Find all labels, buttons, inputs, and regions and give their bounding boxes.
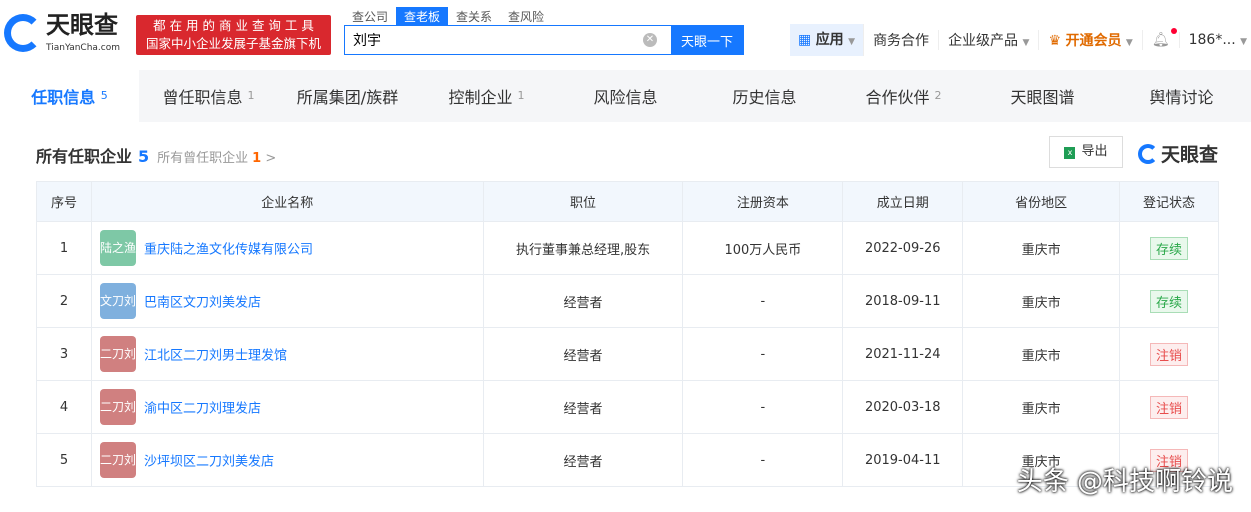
search-button[interactable]: 天眼一下 xyxy=(671,26,743,54)
chevron-right-icon: > xyxy=(265,151,277,166)
tab-0[interactable]: 任职信息 5 xyxy=(0,70,139,122)
excel-icon: x xyxy=(1064,147,1076,159)
top-nav: ▦ 应用 ▼ 商务合作 企业级产品 ▼ ♛ 开通会员 ▼ 🔔︎ 186*... … xyxy=(790,24,1251,56)
grid-icon: ▦ xyxy=(798,32,812,48)
position: 经营者 xyxy=(482,274,684,328)
vip-menu[interactable]: ♛ 开通会员 ▼ xyxy=(1039,30,1143,50)
capital: - xyxy=(682,274,844,328)
search-tab[interactable]: 查关系 xyxy=(448,7,500,26)
top-bar: 天眼查 TianYanCha.com 都 在 用 的 商 业 查 询 工 具国家中… xyxy=(0,0,1251,70)
region: 重庆市 xyxy=(962,274,1121,328)
section-header: 所有任职企业 5 所有曾任职企业 1 > xyxy=(36,143,276,167)
status-badge: 存续 xyxy=(1150,236,1189,260)
search-tab[interactable]: 查公司 xyxy=(344,7,396,26)
search-input[interactable] xyxy=(345,26,629,54)
export-button[interactable]: x 导出 xyxy=(1049,136,1123,168)
company-link[interactable]: 沙坪坝区二刀刘美发店 xyxy=(144,455,274,470)
caret-down-icon: ▼ xyxy=(1125,38,1133,48)
company-link[interactable]: 重庆陆之渔文化传媒有限公司 xyxy=(144,243,313,258)
search-box: ✕ 天眼一下 xyxy=(344,25,744,55)
slogan-banner: 都 在 用 的 商 业 查 询 工 具国家中小企业发展子基金旗下机构 xyxy=(136,15,331,69)
row-number: 1 xyxy=(36,221,92,275)
position: 执行董事兼总经理,股东 xyxy=(482,221,684,275)
crown-icon: ♛ xyxy=(1048,33,1061,49)
capital: - xyxy=(682,327,844,381)
table-row: 4 二刀刘 渝中区二刀刘理发店 经营者 - 2020-03-18 重庆市 注销 xyxy=(36,380,1219,434)
position: 经营者 xyxy=(482,380,684,434)
founded-date: 2021-11-24 xyxy=(842,327,964,381)
capital: - xyxy=(682,380,844,434)
table-row: 1 陆之渔 重庆陆之渔文化传媒有限公司 执行董事兼总经理,股东 100万人民币 2… xyxy=(36,221,1219,275)
clear-icon[interactable]: ✕ xyxy=(643,33,657,47)
row-number: 5 xyxy=(36,433,92,487)
logo-icon xyxy=(1138,143,1158,164)
status-badge: 注销 xyxy=(1150,342,1189,366)
region: 重庆市 xyxy=(962,327,1121,381)
logo-icon xyxy=(4,14,42,52)
section-title: 所有任职企业 xyxy=(36,147,133,166)
capital: - xyxy=(682,433,844,487)
notification-dot xyxy=(1170,28,1177,34)
company-avatar: 二刀刘 xyxy=(99,389,136,425)
logo[interactable]: 天眼查 TianYanCha.com xyxy=(4,12,120,54)
caret-down-icon: ▼ xyxy=(1022,38,1030,48)
main-tabs: 任职信息 5 曾任职信息 1 所属集团/族群 控制企业 1 风险信息 历史信息 合作伙… xyxy=(0,70,1251,122)
app-menu[interactable]: ▦ 应用 ▼ xyxy=(790,24,865,56)
founded-date: 2022-09-26 xyxy=(842,221,964,275)
column-header: 省份地区 xyxy=(962,181,1121,222)
column-header: 登记状态 xyxy=(1119,181,1219,222)
enterprise-menu[interactable]: 企业级产品 ▼ xyxy=(939,30,1040,50)
founded-date: 2018-09-11 xyxy=(842,274,964,328)
tab-7[interactable]: 天眼图谱 xyxy=(973,70,1112,122)
company-avatar: 二刀刘 xyxy=(99,442,136,478)
row-number: 4 xyxy=(36,380,92,434)
tab-6[interactable]: 合作伙伴 2 xyxy=(834,70,973,122)
column-header: 企业名称 xyxy=(90,181,484,222)
capital: 100万人民币 xyxy=(682,221,844,275)
column-header: 注册资本 xyxy=(682,181,844,222)
company-avatar: 文刀刘 xyxy=(99,283,136,319)
tab-3[interactable]: 控制企业 1 xyxy=(417,70,556,122)
company-link[interactable]: 巴南区文刀刘美发店 xyxy=(144,296,261,311)
former-link[interactable]: 所有曾任职企业 1 > xyxy=(157,147,276,166)
tab-4[interactable]: 风险信息 xyxy=(556,70,695,122)
positions-table: 序号 企业名称 职位 注册资本 成立日期 省份地区 登记状态 1 陆之渔 重庆陆之渔文化传媒有… xyxy=(36,181,1219,487)
column-header: 序号 xyxy=(36,181,92,222)
company-avatar: 二刀刘 xyxy=(99,336,136,372)
status-badge: 注销 xyxy=(1150,395,1189,419)
company-link[interactable]: 江北区二刀刘男士理发馆 xyxy=(144,349,287,364)
position: 经营者 xyxy=(482,327,684,381)
tab-2[interactable]: 所属集团/族群 xyxy=(278,70,417,122)
brand-logo: 天眼查 xyxy=(1138,140,1218,167)
bell-icon[interactable]: 🔔︎ xyxy=(1143,28,1180,48)
caret-down-icon: ▼ xyxy=(1240,37,1248,47)
watermark: 头条 @科技啊铃说 xyxy=(1016,467,1233,497)
tab-8[interactable]: 舆情讨论 xyxy=(1112,70,1251,122)
table-row: 3 二刀刘 江北区二刀刘男士理发馆 经营者 - 2021-11-24 重庆市 注销 xyxy=(36,327,1219,381)
column-header: 职位 xyxy=(482,181,684,222)
section-count: 5 xyxy=(138,147,150,166)
founded-date: 2019-04-11 xyxy=(842,433,964,487)
search-tab[interactable]: 查老板 xyxy=(396,7,449,26)
company-avatar: 陆之渔 xyxy=(99,230,136,266)
position: 经营者 xyxy=(482,433,684,487)
search-tab[interactable]: 查风险 xyxy=(500,7,552,26)
tab-5[interactable]: 历史信息 xyxy=(695,70,834,122)
region: 重庆市 xyxy=(962,380,1121,434)
company-link[interactable]: 渝中区二刀刘理发店 xyxy=(144,402,261,417)
user-menu[interactable]: 186*... ▼ xyxy=(1180,32,1251,48)
row-number: 3 xyxy=(36,327,92,381)
table-row: 2 文刀刘 巴南区文刀刘美发店 经营者 - 2018-09-11 重庆市 存续 xyxy=(36,274,1219,328)
column-header: 成立日期 xyxy=(842,181,964,222)
status-badge: 存续 xyxy=(1150,289,1189,313)
founded-date: 2020-03-18 xyxy=(842,380,964,434)
business-link[interactable]: 商务合作 xyxy=(864,30,940,50)
row-number: 2 xyxy=(36,274,92,328)
caret-down-icon: ▼ xyxy=(848,37,856,47)
region: 重庆市 xyxy=(962,221,1121,275)
search-type-tabs: 查公司 查老板 查关系 查风险 xyxy=(344,7,552,26)
tab-1[interactable]: 曾任职信息 1 xyxy=(139,70,278,122)
